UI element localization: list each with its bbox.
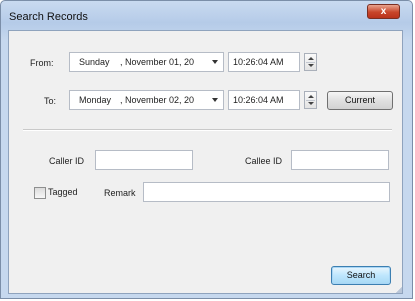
callee-id-label: Callee ID [245, 156, 283, 166]
tagged-checkbox[interactable] [34, 187, 46, 199]
from-day: Sunday [79, 57, 110, 67]
close-button[interactable]: x [367, 4, 400, 19]
to-label: To: [44, 96, 57, 106]
current-button[interactable]: Current [327, 91, 393, 110]
spin-up-icon[interactable] [308, 95, 314, 98]
chevron-down-icon[interactable] [212, 98, 218, 102]
title-bar[interactable]: Search Records x [1, 1, 412, 31]
remark-label: Remark [104, 188, 136, 198]
remark-input[interactable] [143, 182, 390, 202]
to-time-spinner[interactable] [304, 91, 317, 109]
from-time-spinner[interactable] [304, 53, 317, 71]
to-day: Monday [79, 95, 112, 105]
from-date: , November 01, 20 [120, 57, 195, 67]
dialog-body: From: Sunday , November 01, 20 10:26:04 … [8, 30, 403, 294]
tagged-label[interactable]: Tagged [48, 187, 78, 197]
to-time: 10:26:04 AM [233, 95, 284, 105]
spinner-divider [306, 100, 315, 101]
to-date-picker[interactable]: Monday , November 02, 20 [69, 90, 224, 110]
callee-id-input[interactable] [291, 150, 389, 170]
to-time-field[interactable]: 10:26:04 AM [228, 90, 300, 110]
from-time: 10:26:04 AM [233, 57, 284, 67]
close-icon: x [380, 6, 387, 17]
chevron-down-icon[interactable] [212, 60, 218, 64]
to-date: , November 02, 20 [120, 95, 195, 105]
spin-down-icon[interactable] [308, 102, 314, 105]
from-date-picker[interactable]: Sunday , November 01, 20 [69, 52, 224, 72]
spin-up-icon[interactable] [308, 57, 314, 60]
spin-down-icon[interactable] [308, 64, 314, 67]
from-time-field[interactable]: 10:26:04 AM [228, 52, 300, 72]
spinner-divider [306, 62, 315, 63]
from-label: From: [30, 58, 54, 68]
window-title: Search Records [9, 11, 88, 23]
caller-id-input[interactable] [95, 150, 193, 170]
search-records-window: Search Records x From: Sunday , November… [0, 0, 413, 299]
resize-grip[interactable] [396, 287, 402, 293]
separator [23, 129, 392, 131]
caller-id-label: Caller ID [49, 156, 85, 166]
search-button[interactable]: Search [331, 266, 391, 285]
